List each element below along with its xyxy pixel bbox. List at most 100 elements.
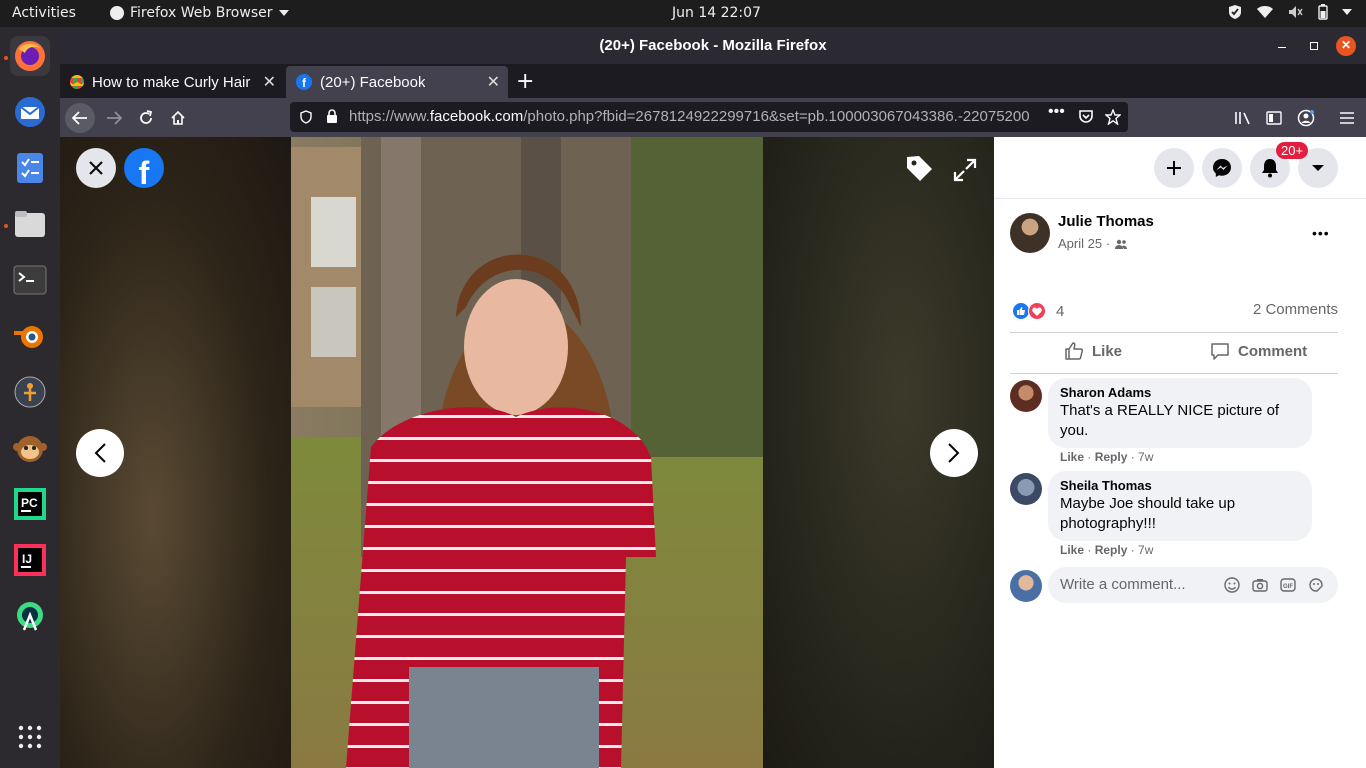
post-photo[interactable] — [291, 137, 763, 768]
friends-audience-icon — [1115, 239, 1128, 249]
firefox-icon[interactable] — [10, 36, 50, 76]
expand-icon — [953, 158, 977, 182]
bell-icon — [1262, 159, 1278, 178]
comment-input[interactable]: Write a comment... — [1060, 576, 1186, 593]
pocket-icon[interactable] — [1078, 110, 1094, 124]
header-divider — [994, 198, 1366, 199]
camera-icon[interactable] — [1252, 577, 1268, 593]
facebook-f-icon: f — [138, 154, 150, 191]
back-button[interactable] — [64, 98, 96, 137]
comment-text: Maybe Joe should take up photography!!! — [1060, 495, 1236, 532]
forward-button[interactable] — [100, 98, 128, 137]
monkey-app-icon[interactable] — [10, 428, 50, 468]
emoji-icon[interactable] — [1224, 577, 1240, 593]
post-date[interactable]: April 25 · — [1058, 236, 1110, 251]
commenter-avatar[interactable] — [1010, 380, 1042, 412]
comment-bubble: Sheila Thomas Maybe Joe should take up p… — [1048, 471, 1312, 541]
url-text: https://www.facebook.com/photo.php?fbid=… — [349, 108, 1039, 125]
next-photo-button[interactable] — [930, 429, 978, 477]
chevron-right-icon — [948, 443, 960, 463]
chevron-down-icon — [278, 10, 289, 16]
lock-icon — [327, 109, 337, 123]
sticker-icon[interactable] — [1308, 577, 1324, 593]
comment-age[interactable]: 7w — [1138, 450, 1153, 464]
comment-like-link[interactable]: Like — [1060, 450, 1084, 464]
gif-icon[interactable]: GIF — [1280, 577, 1296, 593]
clock[interactable]: Jun 14 22:07 — [672, 5, 761, 21]
comment-author[interactable]: Sheila Thomas — [1060, 478, 1300, 494]
post-author-name[interactable]: Julie Thomas — [1058, 213, 1154, 230]
ardour-icon[interactable] — [10, 372, 50, 412]
window-title: (20+) Facebook - Mozilla Firefox — [599, 37, 827, 54]
tab-facebook[interactable]: f (20+) Facebook ✕ — [286, 66, 508, 98]
intellij-icon[interactable]: IJ — [10, 540, 50, 580]
comment-reply-link[interactable]: Reply — [1095, 450, 1128, 464]
current-user-avatar[interactable] — [1010, 570, 1042, 602]
activities-button[interactable]: Activities — [12, 5, 76, 21]
tag-photo-button[interactable] — [904, 153, 934, 183]
chevron-left-icon — [94, 443, 106, 463]
reload-icon — [140, 109, 153, 124]
url-bar[interactable]: https://www.facebook.com/photo.php?fbid=… — [290, 102, 1128, 132]
library-icon — [1235, 111, 1250, 124]
new-tab-button[interactable]: + — [516, 69, 534, 94]
app-menu-label: Firefox Web Browser — [130, 5, 273, 21]
tab-curly-hair[interactable]: How to make Curly Hair F ✕ — [60, 66, 284, 98]
sidebar-button[interactable] — [1261, 98, 1287, 137]
arrow-left-icon — [72, 110, 87, 125]
tasks-icon[interactable] — [10, 148, 50, 188]
facebook-favicon-icon: f — [296, 74, 312, 90]
reload-button[interactable] — [132, 98, 160, 137]
library-button[interactable] — [1230, 98, 1256, 137]
comment-like-link[interactable]: Like — [1060, 543, 1084, 557]
tag-icon — [907, 156, 932, 181]
fullscreen-button[interactable] — [950, 155, 980, 185]
minimize-button[interactable] — [1278, 27, 1286, 64]
page-actions-icon[interactable]: ••• — [1048, 103, 1065, 121]
firefox-small-icon — [110, 6, 124, 20]
close-tab-icon[interactable]: ✕ — [487, 72, 500, 92]
window-title-bar: (20+) Facebook - Mozilla Firefox ✕ — [60, 27, 1366, 64]
menu-button[interactable] — [1334, 98, 1360, 137]
comment-button[interactable]: Comment — [1210, 341, 1307, 361]
files-icon[interactable] — [10, 204, 50, 244]
comment-reply-link[interactable]: Reply — [1095, 543, 1128, 557]
show-apps-icon[interactable] — [10, 717, 50, 757]
app-menu[interactable]: Firefox Web Browser — [110, 5, 289, 21]
android-studio-icon[interactable] — [10, 596, 50, 636]
maximize-button[interactable] — [1310, 27, 1318, 64]
bookmark-star-icon[interactable] — [1105, 109, 1121, 125]
pycharm-icon[interactable]: PC — [10, 484, 50, 524]
post-options-icon[interactable]: ••• — [1312, 225, 1330, 241]
running-indicator — [4, 224, 8, 228]
like-button[interactable]: Like — [1064, 341, 1122, 361]
notifications-badge: 20+ — [1276, 142, 1309, 159]
comments-count[interactable]: 2 Comments — [1253, 301, 1338, 318]
home-button[interactable] — [164, 98, 192, 137]
close-viewer-button[interactable] — [76, 148, 116, 188]
svg-text:GIF: GIF — [1283, 584, 1293, 590]
comment-age[interactable]: 7w — [1138, 543, 1153, 557]
close-tab-icon[interactable]: ✕ — [263, 72, 276, 92]
tab-label: (20+) Facebook — [320, 73, 426, 91]
account-button[interactable] — [1293, 98, 1319, 137]
navigation-toolbar: https://www.facebook.com/photo.php?fbid=… — [60, 98, 1366, 137]
comment-actions: Like · Reply · 7w — [1060, 543, 1154, 557]
comment-composer[interactable]: Write a comment... GIF — [1048, 567, 1338, 603]
reactions-summary[interactable]: 4 — [1012, 302, 1064, 320]
love-reaction-icon — [1028, 302, 1046, 320]
thunderbird-icon[interactable] — [10, 92, 50, 132]
account-icon — [1297, 109, 1315, 126]
previous-photo-button[interactable] — [76, 429, 124, 477]
terminal-icon[interactable] — [10, 260, 50, 300]
commenter-avatar[interactable] — [1010, 473, 1042, 505]
blender-icon[interactable] — [10, 316, 50, 356]
messenger-icon — [1213, 159, 1231, 177]
messenger-button[interactable] — [1202, 148, 1242, 188]
facebook-logo[interactable]: f — [124, 148, 164, 191]
comment-author[interactable]: Sharon Adams — [1060, 385, 1300, 401]
close-window-button[interactable]: ✕ — [1336, 27, 1356, 64]
create-button[interactable] — [1154, 148, 1194, 188]
author-avatar[interactable] — [1010, 213, 1050, 253]
system-tray[interactable] — [1228, 4, 1352, 20]
